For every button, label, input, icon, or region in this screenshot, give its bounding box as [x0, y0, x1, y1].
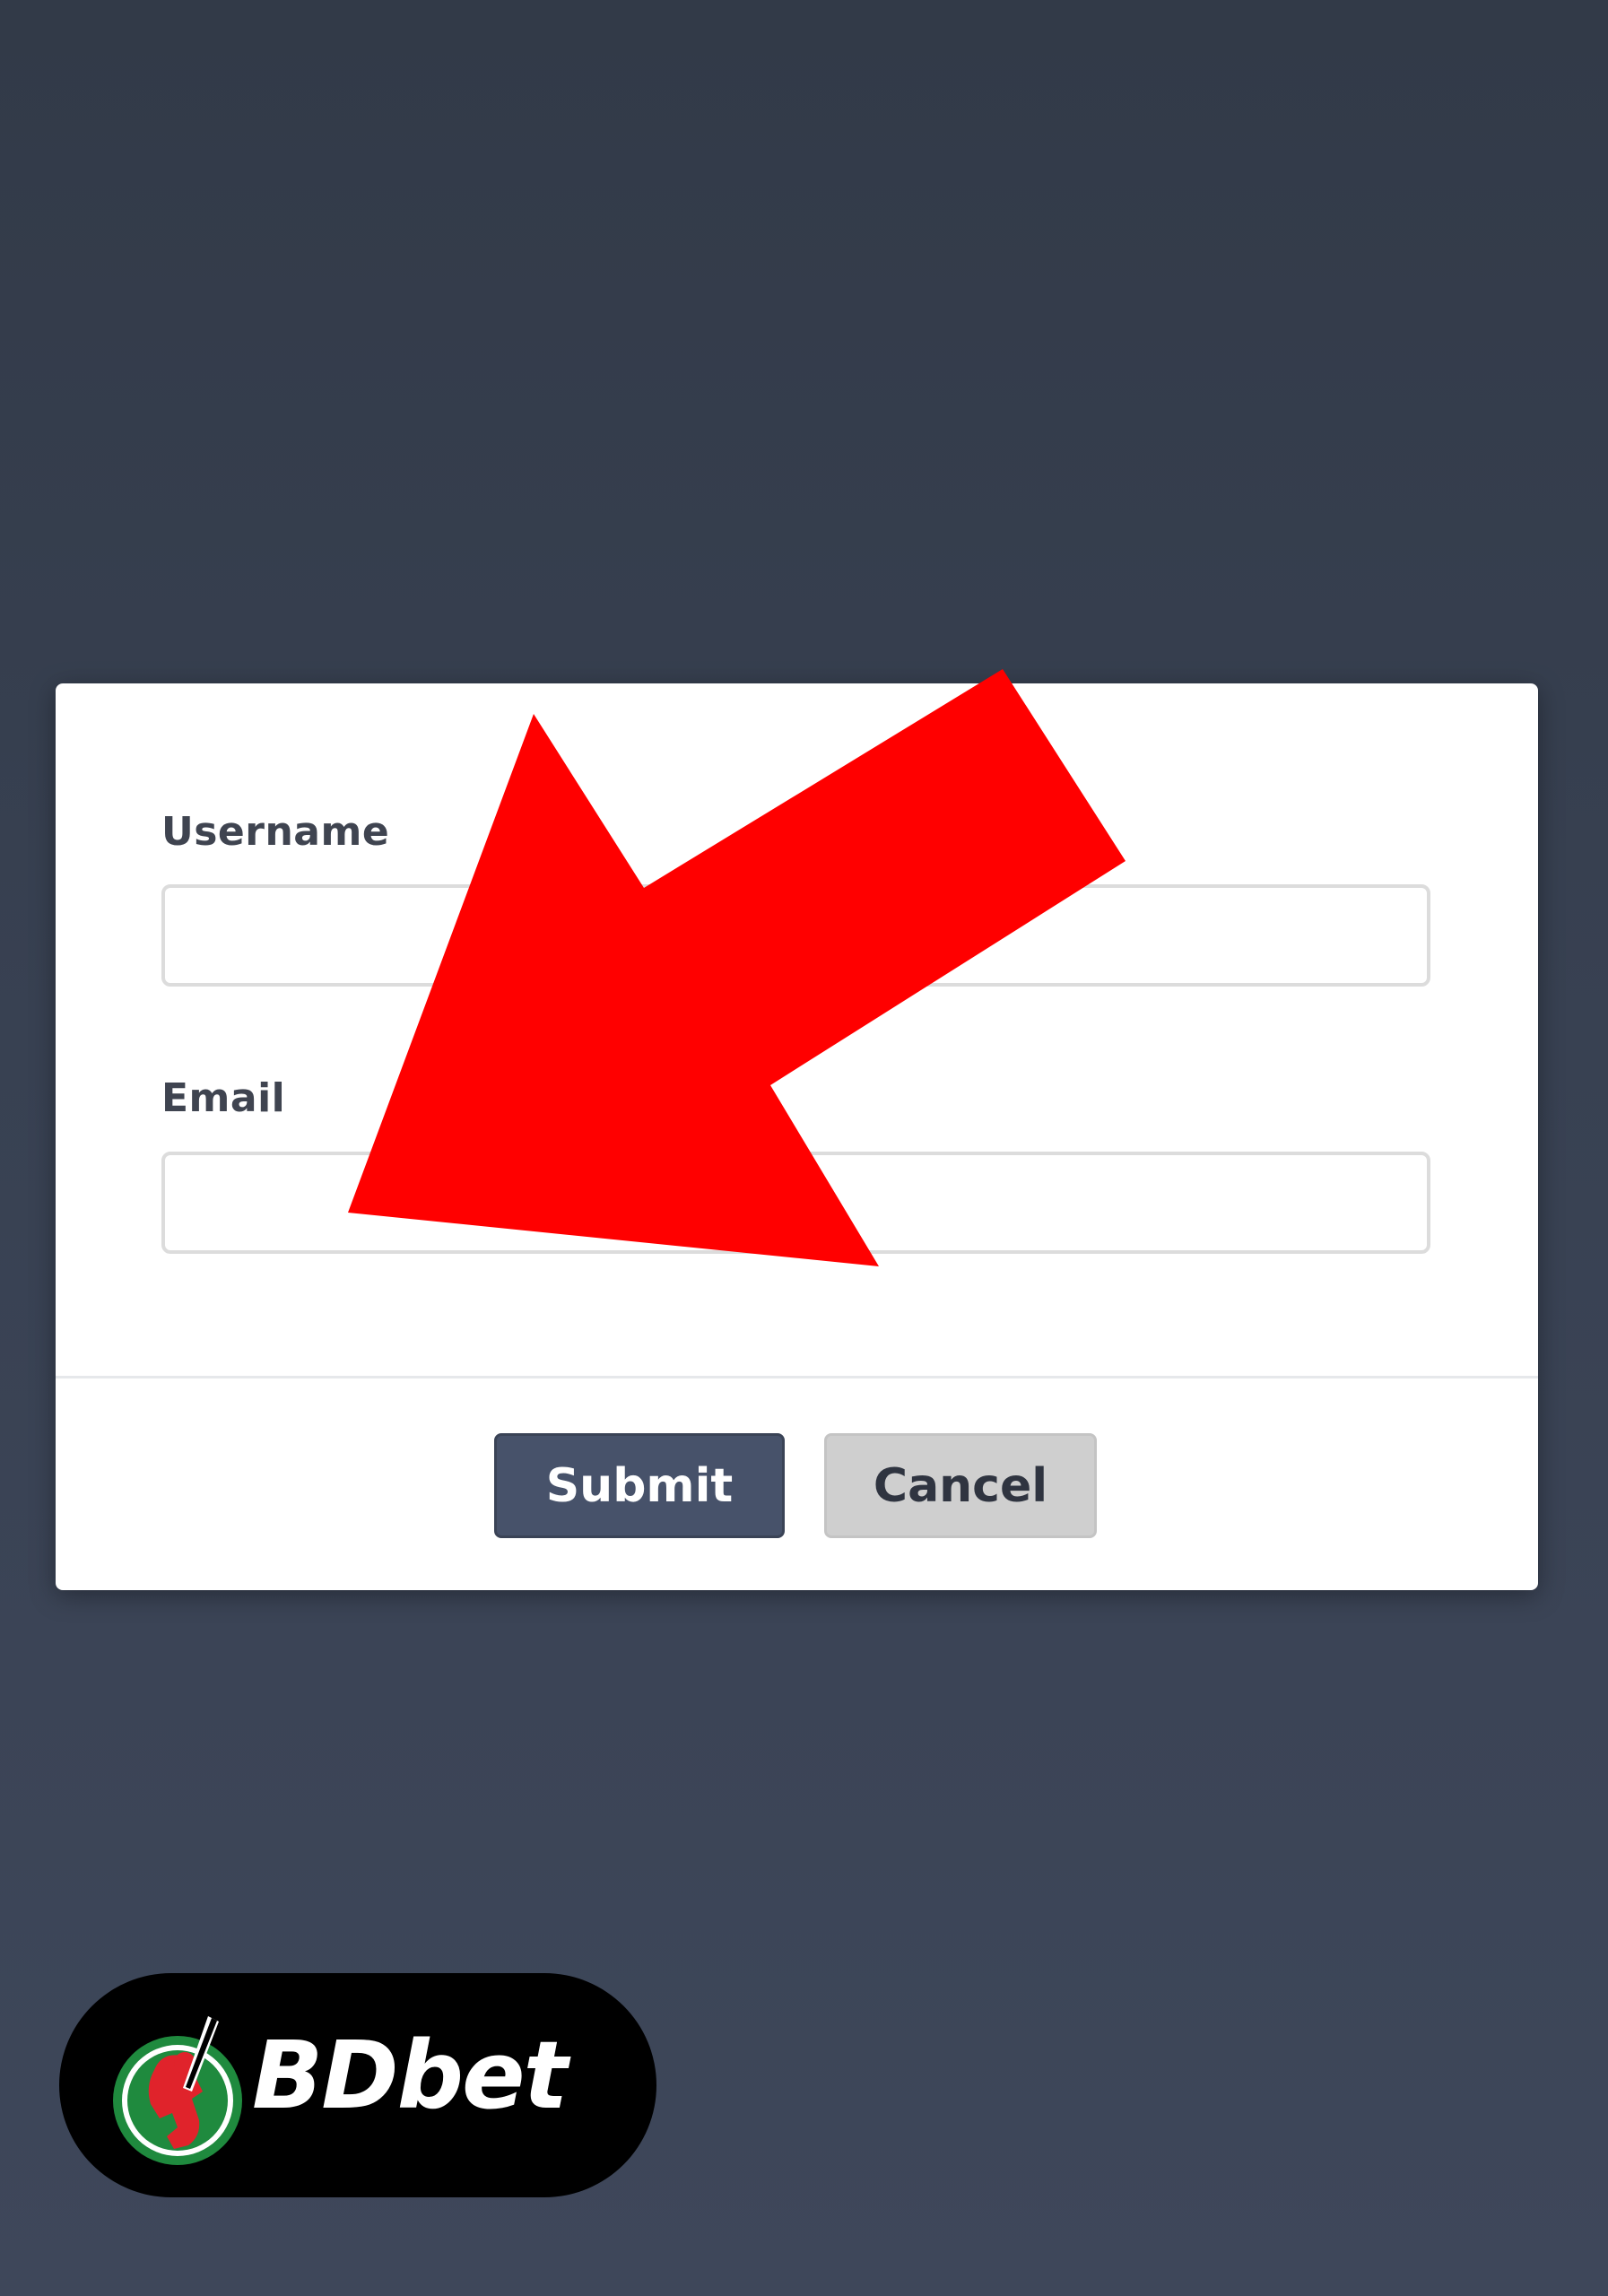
- username-input[interactable]: [161, 884, 1430, 987]
- email-input[interactable]: [161, 1152, 1430, 1254]
- username-label: Username: [161, 809, 390, 855]
- email-label: Email: [161, 1075, 286, 1121]
- submit-button[interactable]: Submit: [494, 1433, 785, 1538]
- form-dialog: Username Email Submit Cancel: [56, 683, 1538, 1590]
- brand-name: BDbet: [252, 2021, 568, 2130]
- dialog-divider: [56, 1376, 1538, 1378]
- dialog-body: Username Email: [56, 683, 1538, 1376]
- cancel-button[interactable]: Cancel: [824, 1433, 1097, 1538]
- brand-badge: BDbet: [59, 1973, 656, 2197]
